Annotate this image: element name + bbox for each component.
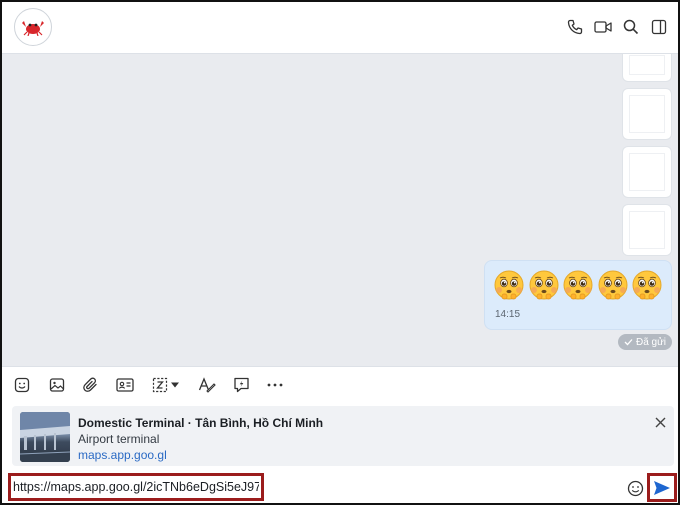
preview-thumbnail [20,412,70,462]
pleading-face-emoji [563,270,593,300]
close-icon[interactable] [652,414,668,430]
send-icon [654,480,670,495]
status-text: Đã gửi [635,336,667,348]
emoji-icon[interactable] [625,478,645,498]
crab-icon [22,21,44,36]
message-list[interactable]: 14:15 Đã gửi [2,54,678,366]
quick-message-icon[interactable] [231,375,251,395]
avatar[interactable] [14,8,52,46]
pleading-face-emoji [494,270,524,300]
attachment-icon[interactable] [81,375,101,395]
sticker-message[interactable] [622,146,672,198]
composer-toolbar [2,366,678,402]
status-badge: Đã gửi [618,334,672,350]
pleading-face-emoji [529,270,558,300]
message-time: 14:15 [495,309,521,320]
emoji-message-bubble[interactable]: 14:15 [484,260,672,330]
phone-icon[interactable] [565,17,585,37]
sticker-icon[interactable] [12,375,32,395]
pleading-face-emoji [632,270,662,300]
composer [2,470,678,503]
preview-subtitle: Airport terminal [78,432,160,446]
sticker-message[interactable] [622,54,672,82]
pleading-face-emoji [598,270,627,300]
link-preview[interactable]: Domestic Terminal · Tân Bình, Hồ Chí Min… [12,406,674,466]
video-icon[interactable] [593,17,613,37]
chat-window: 14:15 Đã gửi Domestic Terminal · Tân Bìn… [0,0,680,505]
send-button[interactable] [647,473,677,502]
sidebar-icon[interactable] [649,17,669,37]
preview-title: Domestic Terminal · Tân Bình, Hồ Chí Min… [78,416,324,430]
dropdown-icon[interactable] [168,375,182,395]
contact-card-icon[interactable] [115,375,135,395]
preview-link[interactable]: maps.app.goo.gl [78,448,167,462]
screenshot-icon[interactable] [150,375,170,395]
sticker-message[interactable] [622,204,672,256]
format-text-icon[interactable] [197,375,217,395]
search-icon[interactable] [621,17,641,37]
image-icon[interactable] [47,375,67,395]
check-icon [624,339,633,346]
more-icon[interactable] [265,375,285,395]
sticker-message[interactable] [622,88,672,140]
chat-header [2,2,678,54]
message-input[interactable] [8,473,264,501]
